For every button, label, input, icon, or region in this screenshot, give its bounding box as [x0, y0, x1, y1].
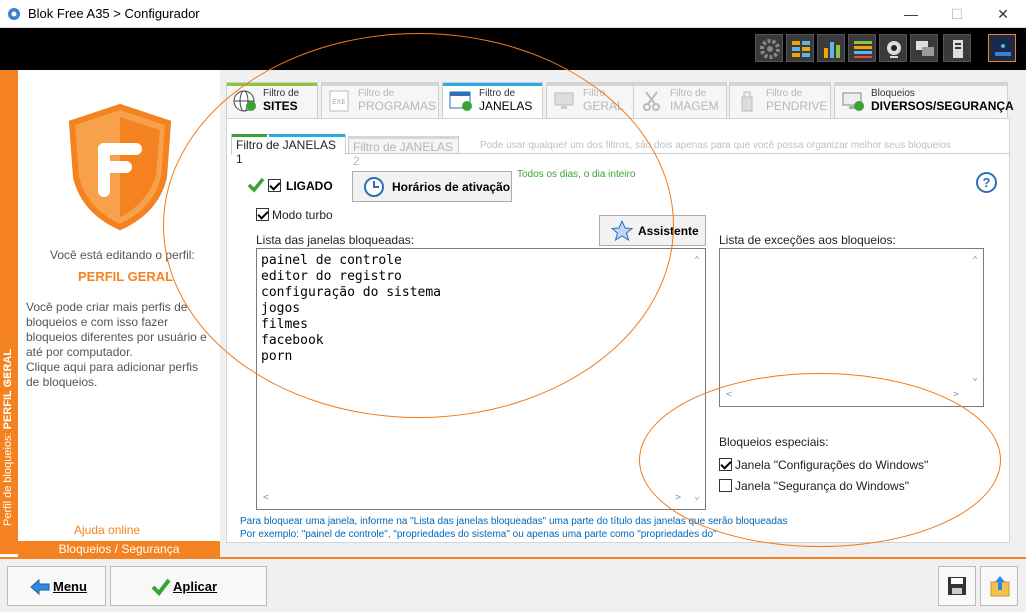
settings-button[interactable]: [755, 34, 783, 62]
tab-pendrive[interactable]: Filtro de PENDRIVE: [729, 82, 831, 118]
arrow-left-icon: [30, 578, 50, 596]
vertical-profile-label: Perfil de bloqueios: PERFIL GERAL: [2, 348, 14, 526]
grid-button[interactable]: [786, 34, 814, 62]
save-button[interactable]: [938, 566, 976, 606]
gear-icon: [760, 39, 780, 59]
tab-imagem[interactable]: Filtro de IMAGEM: [633, 82, 727, 118]
help-note-2: Por exemplo: "painel de controle", "prop…: [240, 529, 717, 540]
help-icon[interactable]: ?: [976, 172, 997, 193]
menu-button[interactable]: Menu: [7, 566, 106, 606]
scissors-icon: [643, 91, 660, 111]
reports-button[interactable]: [817, 34, 845, 62]
shield-logo-icon: [68, 103, 172, 231]
floppy-disk-icon: [948, 577, 966, 595]
apply-button[interactable]: Aplicar: [110, 566, 267, 606]
annotation-ellipse-bottom: [639, 373, 1001, 547]
tab-diversos-seguranca[interactable]: Bloqueios DIVERSOS/SEGURANÇA: [834, 82, 1014, 118]
chat-icon: [916, 41, 934, 56]
window-title: Blok Free A35 > Configurador: [28, 6, 200, 21]
info-button[interactable]: [988, 34, 1016, 62]
chat-button[interactable]: [910, 34, 938, 62]
profile-name: PERFIL GERAL: [78, 269, 174, 284]
bottom-tab-security[interactable]: Bloqueios / Segurança: [18, 541, 220, 558]
device-icon: [953, 40, 963, 58]
bar-chart-icon: [824, 42, 840, 58]
check-icon: [151, 578, 171, 596]
title-bar: Blok Free A35 > Configurador — ☐ ✕: [0, 0, 1026, 28]
scroll-up-icon[interactable]: ⌃: [694, 253, 700, 269]
scroll-up-icon[interactable]: ⌃: [972, 253, 978, 269]
usb-icon: [741, 91, 753, 112]
minimize-button[interactable]: —: [888, 0, 934, 28]
help-online-link[interactable]: Ajuda online: [74, 523, 140, 537]
import-export-button[interactable]: [980, 566, 1018, 606]
info-icon: [995, 44, 1011, 56]
folder-arrow-icon: [990, 576, 1010, 597]
profile-strip[interactable]: ⌄ ⌄ ⌄ Perfil de bloqueios: PERFIL GERAL: [0, 70, 18, 554]
close-button[interactable]: ✕: [980, 0, 1026, 28]
webcam-button[interactable]: [879, 34, 907, 62]
scroll-left-icon[interactable]: <: [263, 490, 269, 506]
list-button[interactable]: [848, 34, 876, 62]
annotation-ellipse-top: [163, 33, 674, 418]
webcam-icon: [887, 41, 901, 58]
scroll-down-icon[interactable]: ⌄: [972, 370, 978, 386]
list-icon: [854, 41, 872, 58]
device-button[interactable]: [943, 34, 971, 62]
app-gear-icon: [8, 8, 20, 20]
add-profile-link[interactable]: Você pode criar mais perfis de bloqueios…: [26, 300, 207, 390]
maximize-button[interactable]: ☐: [934, 0, 980, 28]
grid-icon: [792, 41, 810, 57]
monitor-lock-icon: [842, 92, 864, 111]
exceptions-list-label: Lista de exceções aos bloqueios:: [719, 233, 896, 247]
